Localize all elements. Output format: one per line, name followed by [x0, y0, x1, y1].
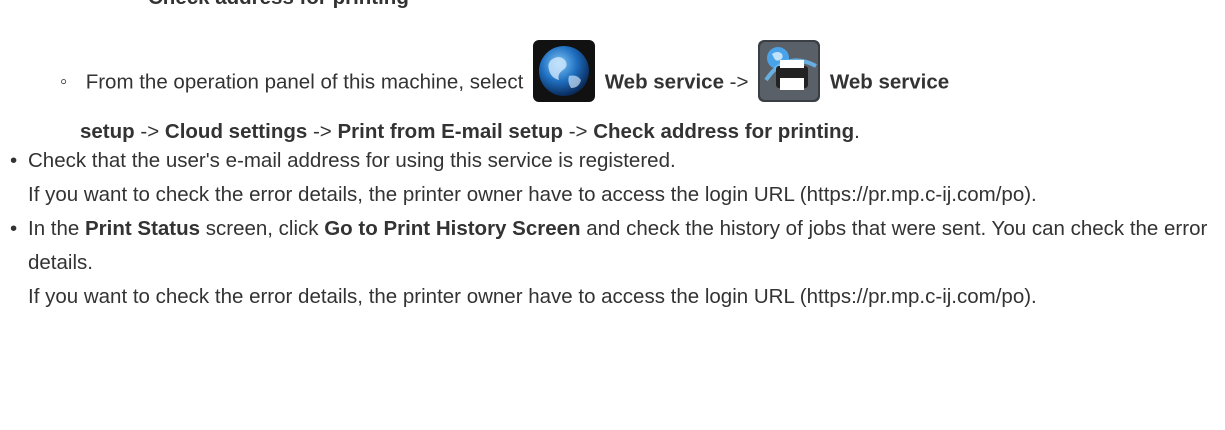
check-address-label: Check address for printing	[593, 120, 855, 143]
go-to-print-history-label: Go to Print History Screen	[324, 217, 581, 240]
bullet-dot: •	[10, 149, 18, 172]
text-fragment: In the	[28, 217, 80, 240]
print-from-email-setup-label: Print from E-mail setup	[337, 120, 564, 143]
arrow: ->	[568, 120, 588, 143]
web-service-label: Web service	[604, 70, 724, 94]
period: .	[854, 120, 860, 143]
bullet-text: In the Print Status screen, click Go to …	[28, 212, 1210, 280]
operation-step: ◦ From the operation panel of this machi…	[60, 40, 1210, 146]
text-fragment: screen, click	[205, 217, 319, 240]
arrow: ->	[312, 120, 332, 143]
print-status-label: Print Status	[85, 217, 201, 240]
step-intro: From the operation panel of this machine…	[85, 70, 524, 94]
section-heading: Check address for printing	[148, 0, 409, 10]
bullet-note: If you want to check the error details, …	[28, 285, 1037, 308]
bullet-list: • Check that the user's e-mail address f…	[10, 144, 1210, 314]
list-item: • In the Print Status screen, click Go t…	[10, 212, 1210, 314]
circle-bullet: ◦	[60, 70, 68, 94]
web-service-setup-label-a: Web service	[829, 70, 950, 94]
arrow: ->	[729, 70, 749, 94]
arrow: ->	[140, 120, 160, 143]
bullet-text: Check that the user's e-mail address for…	[28, 149, 676, 172]
cloud-settings-label: Cloud settings	[164, 120, 308, 143]
bullet-dot: •	[10, 217, 18, 240]
bullet-note: If you want to check the error details, …	[28, 183, 1037, 206]
globe-icon	[532, 40, 595, 126]
web-service-setup-icon	[758, 40, 821, 126]
list-item: • Check that the user's e-mail address f…	[10, 144, 1210, 212]
web-service-setup-label-b: setup	[80, 120, 135, 143]
